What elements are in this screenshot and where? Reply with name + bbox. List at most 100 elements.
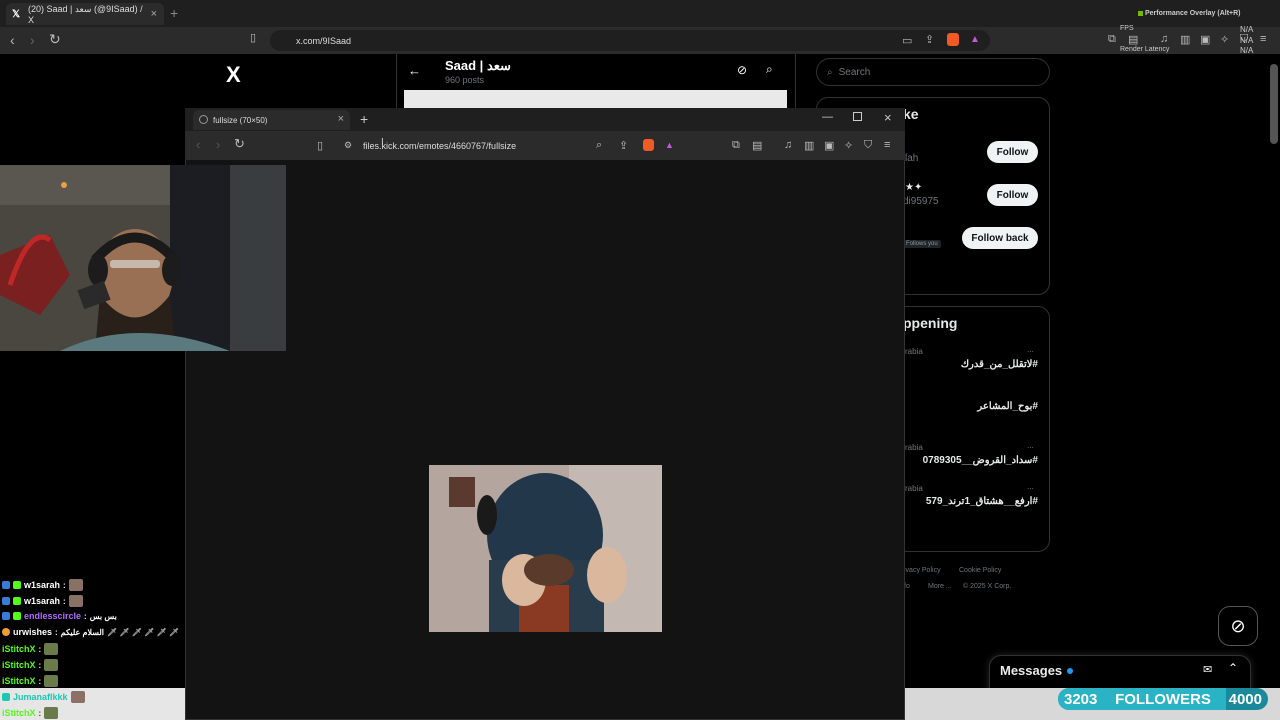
follower-target: 4000 bbox=[1228, 690, 1262, 708]
maximize-icon[interactable] bbox=[853, 112, 862, 121]
leo-icon[interactable]: ✧ bbox=[1220, 33, 1229, 46]
popup-bookmark-icon[interactable]: ▯ bbox=[317, 139, 323, 152]
grok-float-icon[interactable]: ⊘ bbox=[1218, 606, 1258, 646]
cookie-policy-link[interactable]: Cookie Policy bbox=[959, 567, 1001, 574]
follow-back-button[interactable]: Follow back bbox=[962, 227, 1038, 249]
x-search-input[interactable]: ⌕ Search bbox=[816, 58, 1050, 86]
popup-url-text: files.kick.com/emotes/4660767/fullsize bbox=[363, 140, 517, 151]
chat-username: Jumanaflkkk bbox=[13, 692, 68, 702]
fps-label: FPS bbox=[1120, 25, 1134, 32]
popup-brave-shield-icon[interactable] bbox=[643, 139, 654, 151]
trend-context: rabia bbox=[905, 347, 923, 356]
chat-message: w1sarah: bbox=[2, 579, 83, 591]
back-icon[interactable]: ‹ bbox=[10, 32, 15, 48]
emote-icon bbox=[70, 691, 85, 703]
popup-new-tab-button[interactable]: + bbox=[360, 111, 368, 127]
forward-icon[interactable]: › bbox=[30, 32, 35, 48]
badge-icon bbox=[2, 628, 10, 636]
outer-address-bar[interactable]: x.com/9ISaad bbox=[270, 30, 990, 51]
trend-more-icon[interactable]: ... bbox=[1027, 441, 1034, 450]
trend-context: rabia bbox=[905, 484, 923, 493]
new-tab-button[interactable]: + bbox=[170, 5, 178, 21]
popup-leo-icon[interactable]: ✧ bbox=[844, 139, 853, 152]
profile-search-icon[interactable]: ⌕ bbox=[766, 62, 773, 77]
popup-reload-icon[interactable]: ↻ bbox=[234, 136, 245, 152]
profile-back-icon[interactable]: ← bbox=[408, 63, 421, 78]
badge-icon bbox=[2, 581, 10, 589]
more-link[interactable]: More ... bbox=[928, 583, 952, 590]
popup-vpn-icon[interactable]: ⛉ bbox=[864, 139, 872, 152]
reader-icon[interactable]: ▥ bbox=[1180, 33, 1190, 46]
popup-sidebar-icon[interactable]: ▥ bbox=[804, 139, 814, 152]
chat-message: iStitchX: bbox=[2, 675, 59, 687]
sidebar-icon[interactable]: ▤ bbox=[1128, 33, 1138, 46]
brave-shield-icon[interactable] bbox=[947, 33, 959, 46]
zoom-icon[interactable]: ⌕ bbox=[596, 139, 602, 152]
popup-forward-icon[interactable]: › bbox=[216, 137, 220, 152]
media-icon[interactable]: ♫ bbox=[1160, 33, 1168, 45]
reload-icon[interactable]: ↻ bbox=[49, 31, 61, 48]
chat-username: iStitchX bbox=[2, 660, 36, 670]
follow-button[interactable]: Follow bbox=[987, 184, 1038, 206]
badge-icon bbox=[2, 612, 10, 620]
globe-icon bbox=[199, 115, 208, 124]
chat-username: iStitchX bbox=[2, 676, 36, 686]
minimize-icon[interactable]: — bbox=[822, 111, 833, 123]
close-tab-icon[interactable]: × bbox=[151, 8, 157, 20]
chat-username: iStitchX bbox=[2, 708, 36, 718]
popup-tab-search-icon[interactable]: ▤ bbox=[752, 139, 762, 152]
popup-back-icon[interactable]: ‹ bbox=[196, 137, 200, 152]
popup-wallet-icon[interactable]: ▣ bbox=[824, 139, 834, 152]
x-logo[interactable]: X bbox=[226, 62, 241, 88]
share-icon[interactable]: ⇪ bbox=[925, 33, 934, 46]
chat-message: iStitchX: bbox=[2, 659, 59, 671]
follower-goal-bar: 3203 FOLLOWERS 4000 bbox=[1058, 688, 1268, 710]
trend-item[interactable]: #سداد_القروض__0789305 bbox=[900, 455, 1038, 466]
suggestion-name: ★✦ bbox=[905, 182, 923, 193]
popup-extensions-icon[interactable]: ⧉ bbox=[732, 139, 740, 152]
close-window-icon[interactable]: × bbox=[884, 110, 892, 125]
trend-more-icon[interactable]: ... bbox=[1027, 482, 1034, 491]
cast-icon[interactable]: ▭ bbox=[902, 34, 912, 47]
popup-rewards-icon[interactable]: ▲ bbox=[665, 140, 674, 150]
close-tab-icon[interactable]: × bbox=[338, 113, 344, 125]
badge-icon bbox=[13, 581, 21, 589]
trend-more-icon[interactable]: ... bbox=[1027, 345, 1034, 354]
profile-banner bbox=[404, 90, 787, 110]
outer-tab-title: (20) Saad | سعد (@9ISaad) / X bbox=[27, 3, 143, 25]
badge-icon bbox=[2, 597, 10, 605]
follow-button[interactable]: Follow bbox=[987, 141, 1038, 163]
chat-message: iStitchX: bbox=[2, 643, 59, 655]
site-info-icon[interactable]: ⚙ bbox=[344, 140, 352, 151]
new-message-icon[interactable]: ✉ bbox=[1203, 663, 1212, 676]
popup-media-icon[interactable]: ♫ bbox=[784, 139, 792, 151]
badge-icon bbox=[2, 693, 10, 701]
privacy-policy-link[interactable]: ivacy Policy bbox=[904, 567, 941, 574]
profile-posts-count: 960 posts bbox=[445, 75, 485, 85]
popup-share-icon[interactable]: ⇪ bbox=[619, 139, 628, 152]
chat-message: Jumanaflkkk bbox=[2, 691, 85, 703]
webcam-overlay bbox=[0, 165, 286, 351]
bookmark-icon[interactable]: ▯ bbox=[250, 31, 256, 44]
outer-tab-bar bbox=[0, 0, 1280, 27]
grok-profile-icon[interactable]: ⊘ bbox=[737, 63, 747, 77]
chat-text: السلام عليكم bbox=[60, 627, 105, 637]
page-scrollbar[interactable] bbox=[1270, 64, 1278, 144]
popup-tab-fullsize[interactable]: fullsize (70×50) × bbox=[193, 110, 350, 130]
popup-menu-icon[interactable]: ≡ bbox=[884, 139, 890, 151]
trend-item[interactable]: #ارفع__هشتاق_1ترند_579 bbox=[900, 496, 1038, 507]
follower-count: 3203 bbox=[1064, 690, 1098, 708]
chat-message: urwishes: السلام عليكم 🗡 🗡 🗡 🗡 🗡 🗡 bbox=[2, 627, 179, 637]
trend-item[interactable]: #بوح_المشاعر bbox=[900, 401, 1038, 412]
outer-tab-x-profile[interactable]: 𝕏 (20) Saad | سعد (@9ISaad) / X × bbox=[6, 3, 164, 25]
wallet-icon[interactable]: ▣ bbox=[1200, 33, 1210, 46]
extensions-icon[interactable]: ⧉ bbox=[1108, 33, 1116, 46]
trend-item[interactable]: #لاتقلل_من_قدرك bbox=[900, 359, 1038, 370]
chat-username: urwishes bbox=[13, 627, 53, 637]
search-icon: ⌕ bbox=[827, 66, 833, 78]
trending-title: ppening bbox=[903, 315, 958, 331]
expand-chevron-icon[interactable]: ⌃ bbox=[1228, 661, 1238, 675]
emote-icon bbox=[44, 707, 59, 719]
menu-icon[interactable]: ≡ bbox=[1260, 33, 1266, 45]
brave-rewards-icon[interactable]: ▲ bbox=[970, 34, 980, 45]
